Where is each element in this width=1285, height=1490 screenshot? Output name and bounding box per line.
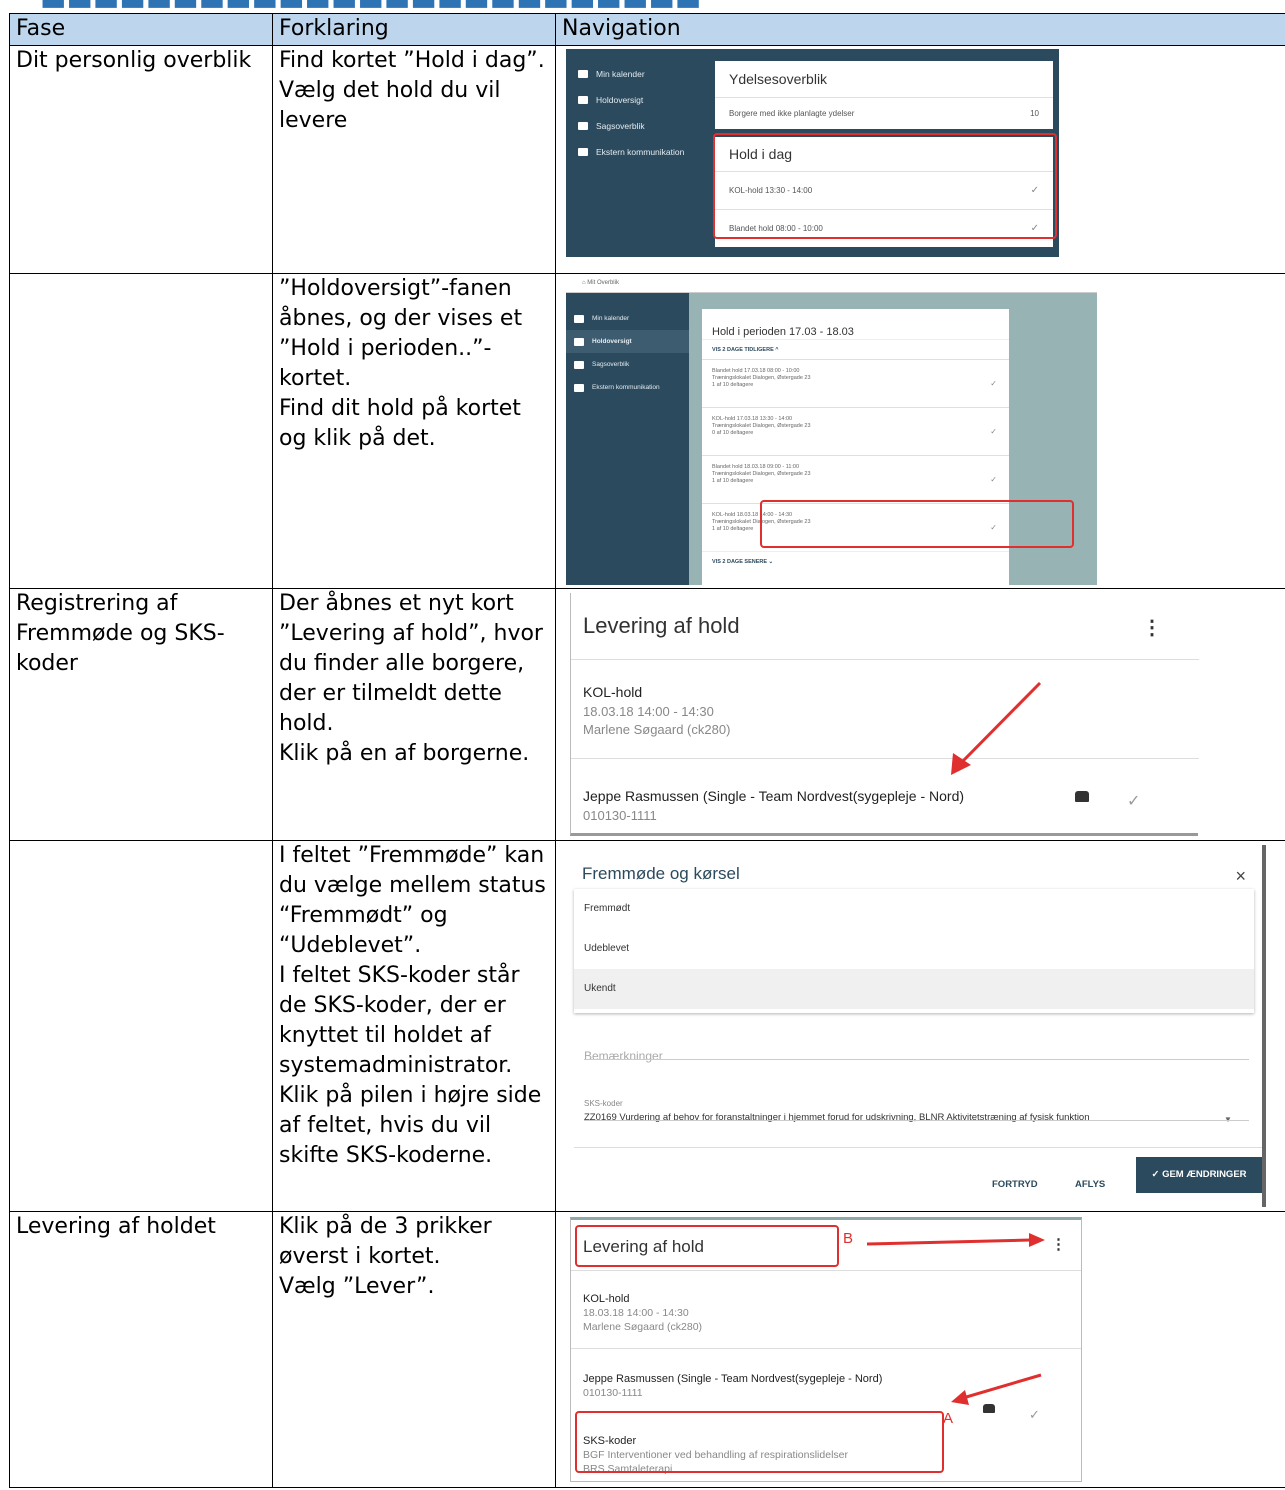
option-udeblevet[interactable]: Udeblevet <box>574 929 1254 969</box>
row2-forklaring: ”Holdoversigt”-fanen åbnes, og der vises… <box>272 273 556 589</box>
row1-forklaring: Find kortet ”Hold i dag”. Vælg det hold … <box>272 45 556 274</box>
menu-min-kalender[interactable]: Min kalender <box>578 61 718 87</box>
row1-navigation: Min kalender Holdoversigt Sagsoverblik E… <box>555 45 1285 274</box>
folder-icon <box>578 122 588 130</box>
row4-navigation: Fremmøde og kørsel × Fremmødt Udeblevet … <box>555 840 1285 1212</box>
header-forklaring: Forklaring <box>272 13 556 46</box>
screenshot-holdoversigt: ⌂ Mit Overblik Min kalender Holdoversigt… <box>566 274 1097 585</box>
sidebar-menu: Min kalender Holdoversigt Sagsoverblik E… <box>566 293 689 585</box>
row3-navigation: Levering af hold ⋮ KOL-hold 18.03.18 14:… <box>555 588 1285 841</box>
topbar: ⌂ Mit Overblik <box>566 274 1097 293</box>
hold-item[interactable]: KOL-hold 17.03.18 13:30 - 14:00 Træningsl… <box>702 407 1009 455</box>
divider <box>574 1147 1262 1148</box>
mail-icon <box>578 148 588 156</box>
dialog-title: Fremmøde og kørsel <box>582 864 740 883</box>
highlight-box <box>760 500 1074 548</box>
divider <box>584 1120 1249 1121</box>
row2-fase <box>9 273 273 589</box>
screenshot-hold-i-dag: Min kalender Holdoversigt Sagsoverblik E… <box>566 49 1059 257</box>
group-icon <box>578 96 588 104</box>
row5-forklaring: Klik på de 3 prikker øverst i kortet. Væ… <box>272 1211 556 1488</box>
vis-senere-button[interactable]: VIS 2 DAGE SENERE ⌄ <box>702 551 1009 571</box>
check-icon: ✓ <box>990 475 997 484</box>
row3-fase: Registrering af Fremmøde og SKS-koder <box>9 588 273 841</box>
menu-ekstern-kommunikation[interactable]: Ekstern kommunikation <box>566 376 689 399</box>
row3-forklaring: Der åbnes et nyt kort ”Levering af hold”… <box>272 588 556 841</box>
red-arrows <box>866 1233 1045 1405</box>
close-icon[interactable]: × <box>1235 861 1246 891</box>
menu-ekstern-kommunikation[interactable]: Ekstern kommunikation <box>578 139 718 165</box>
count: 10 <box>1030 108 1039 118</box>
card-title: Ydelsesoverblik <box>729 71 828 87</box>
ydelsesoverblik-card: Ydelsesoverblik Borgere med ikke planlag… <box>715 61 1053 129</box>
row5-fase: Levering af holdet <box>9 1211 273 1488</box>
screenshot-levering-af-hold: Levering af hold ⋮ KOL-hold 18.03.18 14:… <box>570 593 1199 836</box>
vis-tidligere-button[interactable]: VIS 2 DAGE TIDLIGERE ^ <box>702 339 1009 359</box>
aflys-button[interactable]: AFLYS <box>1075 1170 1105 1200</box>
screenshot-fremmoede-dialog: Fremmøde og kørsel × Fremmødt Udeblevet … <box>574 845 1266 1207</box>
fremmoede-dropdown: Fremmødt Udeblevet Ukendt <box>574 889 1254 1013</box>
fortryd-button[interactable]: FORTRYD <box>992 1170 1038 1200</box>
sidebar-menu: Min kalender Holdoversigt Sagsoverblik E… <box>578 61 718 165</box>
divider <box>584 1059 1249 1060</box>
option-ukendt[interactable]: Ukendt <box>574 969 1254 1009</box>
red-arrow <box>951 681 1042 775</box>
check-icon: ✓ <box>990 427 997 436</box>
row4-forklaring: I feltet ”Fremmøde” kan du vælge mellem … <box>272 840 556 1212</box>
card-row[interactable]: Borgere med ikke planlagte ydelser 10 <box>715 97 1053 129</box>
row4-fase <box>9 840 273 1212</box>
hold-item[interactable]: Blandet hold 18.03.18 09:00 - 11:00 Træni… <box>702 455 1009 503</box>
menu-sagsoverblik[interactable]: Sagsoverblik <box>578 113 718 139</box>
calendar-icon <box>574 314 584 323</box>
row1-fase: Dit personlig overblik <box>9 45 273 274</box>
group-icon <box>574 337 584 346</box>
header-fase: Fase <box>9 13 273 46</box>
instructions-table: Fase Forklaring Navigation Dit personlig… <box>9 13 1285 1488</box>
page-heading-cropped: ▬▬▬▬▬▬▬▬▬▬▬▬▬▬▬▬▬▬▬▬▬▬▬▬▬ <box>0 0 1285 12</box>
check-icon: ✓ <box>990 379 997 388</box>
screenshot-levering-lever: Levering af hold ⋮ KOL-hold 18.03.18 14:… <box>570 1217 1082 1482</box>
menu-holdoversigt[interactable]: Holdoversigt <box>578 87 718 113</box>
option-fremmoedt[interactable]: Fremmødt <box>574 889 1254 929</box>
hold-item[interactable]: Blandet hold 17.03.18 08:00 - 10:00 Træni… <box>702 359 1009 407</box>
mail-icon <box>574 383 584 392</box>
row5-navigation: Levering af hold ⋮ KOL-hold 18.03.18 14:… <box>555 1211 1285 1488</box>
gem-aendringer-button[interactable]: ✓ GEM ÆNDRINGER <box>1136 1157 1262 1193</box>
folder-icon <box>574 360 584 369</box>
bemaerkninger-field[interactable]: Bemærkninger <box>584 1041 663 1071</box>
sks-select[interactable]: ZZ0169 Vurdering af behov for foranstalt… <box>584 1103 1090 1133</box>
header-navigation: Navigation <box>555 13 1285 46</box>
calendar-icon <box>578 70 588 78</box>
row2-navigation: ⌂ Mit Overblik Min kalender Holdoversigt… <box>555 273 1285 589</box>
card-title: Hold i perioden 17.03 - 18.03 <box>712 326 854 338</box>
highlight-box <box>713 133 1057 239</box>
